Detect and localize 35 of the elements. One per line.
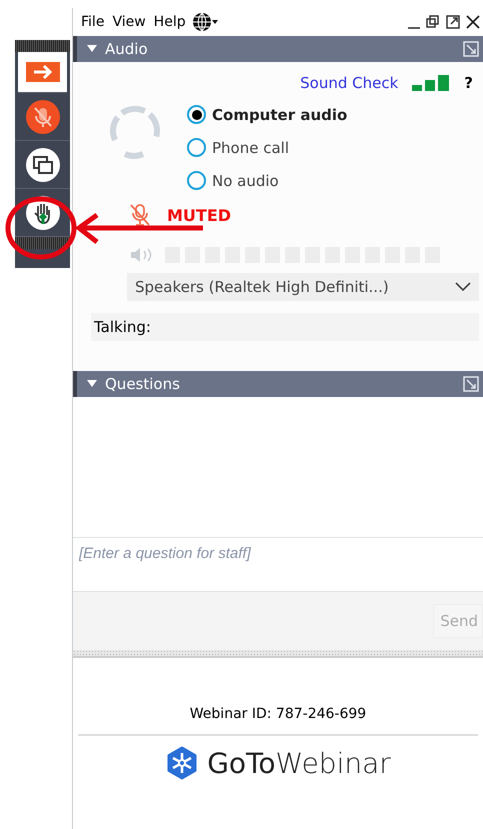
panel-title: Questions (105, 375, 180, 393)
help-link[interactable]: ? (464, 74, 473, 92)
radio-option[interactable]: Computer audio (187, 102, 348, 127)
collapse-triangle-icon (87, 45, 97, 53)
webinar-id: Webinar ID: 787-246-699 (78, 706, 478, 736)
windows-icon (26, 148, 60, 182)
highlight-ring (5, 196, 77, 260)
globe-icon[interactable] (192, 12, 218, 32)
chevron-down-icon (455, 282, 471, 292)
resize-grip[interactable] (73, 650, 483, 658)
sound-check-link[interactable]: Sound Check (300, 74, 398, 92)
menu-item[interactable]: File (79, 14, 106, 30)
snowflake-logo-icon (165, 746, 200, 780)
collapse-button[interactable] (18, 52, 67, 93)
signal-bars-icon (412, 75, 450, 91)
hand-icon (26, 196, 60, 230)
popout-icon[interactable] (445, 14, 461, 30)
radio-option[interactable]: No audio (187, 168, 348, 193)
menu-item[interactable]: Help (152, 14, 188, 30)
brand-name: GoToWebinar (207, 746, 391, 780)
grip-handle[interactable] (15, 40, 70, 52)
grip-handle[interactable] (15, 237, 70, 249)
collapse-triangle-icon (87, 380, 97, 388)
menu-item[interactable]: View (110, 14, 148, 30)
radio-option[interactable]: Phone call (187, 135, 348, 160)
audio-panel-header[interactable]: Audio (73, 36, 483, 62)
close-icon[interactable] (465, 14, 481, 30)
talking-label: Talking: (94, 318, 151, 336)
muted-status: MUTED (167, 206, 232, 224)
muted-mic-icon (26, 100, 60, 134)
questions-panel-header[interactable]: Questions (73, 371, 483, 397)
speaker-dropdown[interactable]: Speakers (Realtek High Definiti...) (127, 273, 479, 301)
restore-icon[interactable] (425, 14, 441, 30)
muted-mic-icon (129, 203, 151, 227)
panel-title: Audio (105, 40, 148, 58)
